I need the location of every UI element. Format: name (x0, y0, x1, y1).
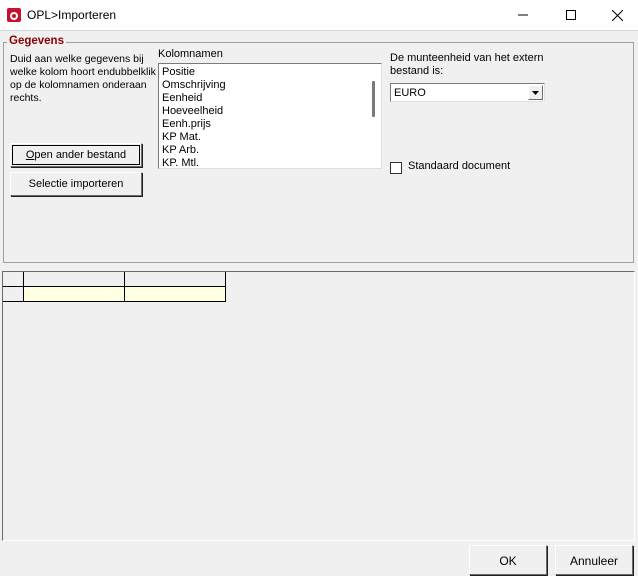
list-item[interactable]: KP Arb. (162, 144, 199, 157)
minimize-icon (518, 14, 528, 16)
currency-dropdown-button[interactable] (528, 85, 543, 100)
list-item[interactable]: Positie (162, 66, 195, 79)
chevron-down-icon (532, 90, 539, 95)
currency-value: EURO (394, 87, 426, 99)
standard-document-checkbox[interactable] (390, 162, 402, 174)
grid-cell[interactable] (24, 287, 125, 302)
column-names-label: Kolomnamen (158, 48, 223, 60)
list-scrollbar[interactable] (365, 64, 381, 168)
ok-button[interactable]: OK (469, 545, 547, 575)
group-title: Gegevens (7, 35, 66, 47)
list-item[interactable]: Eenh.prijs (162, 118, 211, 131)
grid-column-header[interactable] (125, 272, 226, 287)
grid-row-header[interactable] (3, 287, 24, 302)
grid-cell[interactable] (125, 287, 226, 302)
close-button[interactable] (594, 0, 638, 30)
maximize-icon (566, 10, 576, 20)
open-other-file-button[interactable]: Open ander bestand (10, 143, 142, 167)
scrollbar-thumb[interactable] (372, 81, 375, 117)
currency-select[interactable]: EURO (390, 83, 545, 102)
window-title: OPL>Importeren (27, 8, 117, 22)
import-selection-button[interactable]: Selectie importeren (10, 172, 142, 196)
minimize-button[interactable] (500, 0, 546, 30)
list-item[interactable]: KP Mat. (162, 131, 201, 144)
app-icon (7, 8, 21, 22)
list-item[interactable]: KP. Mtl. (162, 157, 199, 168)
grid-column-header[interactable] (24, 272, 125, 287)
column-names-list[interactable]: Positie Omschrijving Eenheid Hoeveelheid… (158, 63, 382, 169)
dialog-body: Gegevens Duid aan welke gegevens bij wel… (0, 30, 638, 576)
currency-label: De munteenheid van het extern bestand is… (390, 52, 544, 77)
open-button-label: pen ander bestand (34, 149, 127, 161)
title-bar: OPL>Importeren (0, 0, 638, 30)
list-item[interactable]: Eenheid (162, 92, 202, 105)
cancel-button[interactable]: Annuleer (555, 545, 633, 575)
standard-document-label: Standaard document (408, 160, 511, 172)
import-data-grid[interactable] (2, 271, 635, 541)
close-icon (611, 9, 623, 21)
list-item[interactable]: Hoeveelheid (162, 105, 223, 118)
list-item[interactable]: Omschrijving (162, 79, 226, 92)
maximize-button[interactable] (548, 0, 594, 30)
instructions-text: Duid aan welke gegevens bij welke kolom … (10, 53, 156, 104)
grid-corner-cell (3, 272, 24, 287)
